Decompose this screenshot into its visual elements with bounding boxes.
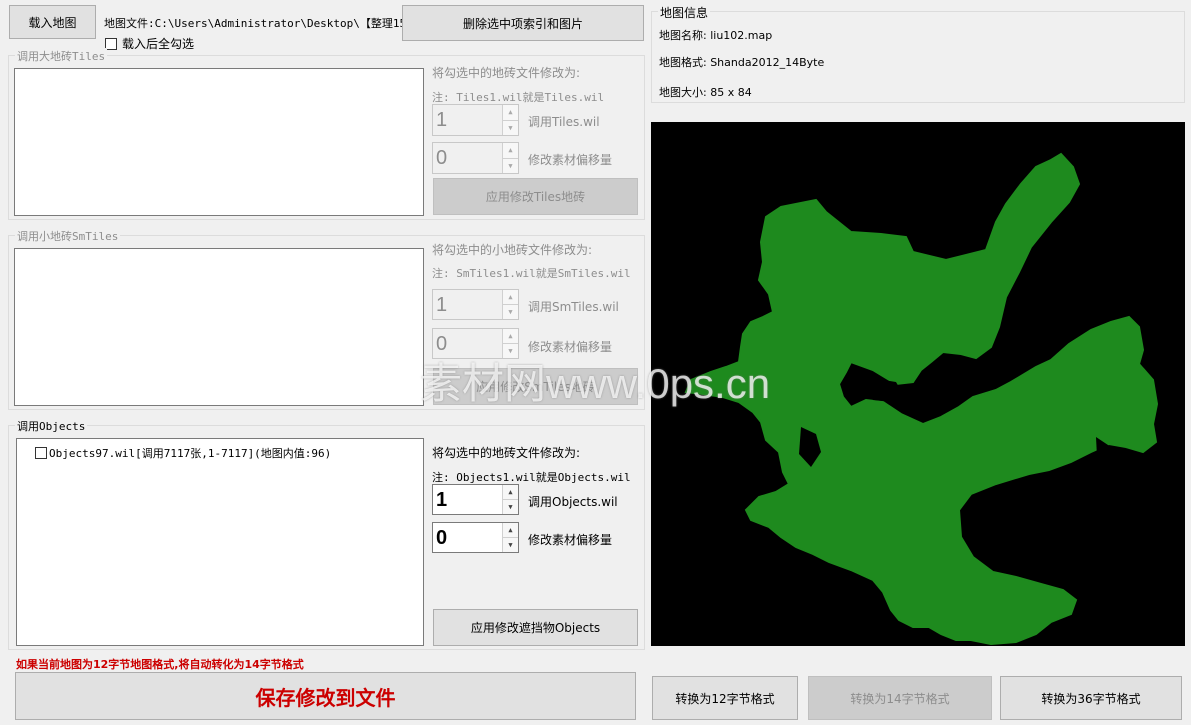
chevron-up-icon[interactable]: ▲ bbox=[503, 290, 518, 305]
save-button[interactable]: 保存修改到文件 bbox=[15, 672, 636, 720]
tiles-listbox[interactable] bbox=[14, 68, 424, 216]
map-file-label: 地图文件:C:\Users\Administrator\Desktop\【整理1… bbox=[104, 17, 418, 30]
smtiles-value-stepper[interactable]: 1 ▲ ▼ bbox=[432, 289, 519, 320]
objects-offset-label: 修改素材偏移量 bbox=[528, 533, 613, 547]
objects-offset-stepper[interactable]: 0 ▲ ▼ bbox=[432, 522, 519, 553]
smtiles-group-title: 调用小地砖SmTiles bbox=[15, 228, 121, 244]
convert-36-button[interactable]: 转换为36字节格式 bbox=[1000, 676, 1182, 720]
tiles-value-stepper[interactable]: 1 ▲ ▼ bbox=[432, 104, 519, 136]
objects-change-label: 将勾选中的地砖文件修改为: bbox=[432, 446, 581, 460]
load-map-button[interactable]: 载入地图 bbox=[9, 5, 96, 39]
smtiles-note: 注: SmTiles1.wil就是SmTiles.wil bbox=[432, 267, 631, 280]
map-info-title: 地图信息 bbox=[658, 4, 711, 21]
chevron-up-icon[interactable]: ▲ bbox=[503, 105, 518, 121]
map-name: 地图名称: liu102.map bbox=[659, 29, 773, 42]
check-all-label: 载入后全勾选 bbox=[122, 37, 195, 51]
smtiles-change-label: 将勾选中的小地砖文件修改为: bbox=[432, 243, 593, 257]
smtiles-value: 1 bbox=[436, 294, 448, 316]
list-item-checkbox[interactable] bbox=[35, 447, 47, 459]
smtiles-offset-label: 修改素材偏移量 bbox=[528, 340, 613, 354]
chevron-down-icon[interactable]: ▼ bbox=[503, 344, 518, 358]
chevron-down-icon[interactable]: ▼ bbox=[503, 500, 518, 514]
apply-objects-button[interactable]: 应用修改遮挡物Objects bbox=[433, 609, 638, 646]
list-item-label: Objects97.wil[调用7117张,1-7117](地图内值:96) bbox=[49, 447, 332, 460]
objects-listbox[interactable]: Objects97.wil[调用7117张,1-7117](地图内值:96) bbox=[16, 438, 424, 646]
tiles-group-title: 调用大地砖Tiles bbox=[15, 48, 108, 64]
apply-tiles-button[interactable]: 应用修改Tiles地砖 bbox=[433, 178, 638, 215]
convert-12-button[interactable]: 转换为12字节格式 bbox=[652, 676, 798, 720]
tiles-offset-label: 修改素材偏移量 bbox=[528, 153, 613, 167]
map-size: 地图大小: 85 x 84 bbox=[659, 86, 752, 99]
objects-group-title: 调用Objects bbox=[15, 418, 88, 434]
chevron-up-icon[interactable]: ▲ bbox=[503, 143, 518, 159]
map-preview bbox=[651, 122, 1185, 646]
tiles-offset: 0 bbox=[436, 147, 448, 169]
delete-selected-button[interactable]: 删除选中项索引和图片 bbox=[402, 5, 644, 41]
tiles-value-label: 调用Tiles.wil bbox=[528, 115, 600, 129]
chevron-down-icon[interactable]: ▼ bbox=[503, 120, 518, 135]
chevron-down-icon[interactable]: ▼ bbox=[503, 158, 518, 173]
objects-value: 1 bbox=[436, 489, 448, 511]
smtiles-offset: 0 bbox=[436, 333, 448, 355]
chevron-down-icon[interactable]: ▼ bbox=[503, 538, 518, 552]
objects-note: 注: Objects1.wil就是Objects.wil bbox=[432, 471, 631, 484]
chevron-down-icon[interactable]: ▼ bbox=[503, 305, 518, 319]
objects-value-label: 调用Objects.wil bbox=[528, 495, 618, 509]
convert-14-button[interactable]: 转换为14字节格式 bbox=[808, 676, 992, 720]
tiles-change-label: 将勾选中的地砖文件修改为: bbox=[432, 66, 581, 80]
objects-offset: 0 bbox=[436, 527, 448, 549]
smtiles-offset-stepper[interactable]: 0 ▲ ▼ bbox=[432, 328, 519, 359]
smtiles-listbox[interactable] bbox=[14, 248, 424, 406]
tiles-offset-stepper[interactable]: 0 ▲ ▼ bbox=[432, 142, 519, 174]
objects-value-stepper[interactable]: 1 ▲ ▼ bbox=[432, 484, 519, 515]
tiles-note: 注: Tiles1.wil就是Tiles.wil bbox=[432, 91, 605, 104]
chevron-up-icon[interactable]: ▲ bbox=[503, 329, 518, 344]
tiles-value: 1 bbox=[436, 109, 448, 131]
map-format: 地图格式: Shanda2012_14Byte bbox=[659, 56, 825, 69]
check-all-checkbox[interactable]: 载入后全勾选 bbox=[105, 35, 194, 52]
chevron-up-icon[interactable]: ▲ bbox=[503, 523, 518, 538]
smtiles-value-label: 调用SmTiles.wil bbox=[528, 300, 619, 314]
chevron-up-icon[interactable]: ▲ bbox=[503, 485, 518, 500]
list-item[interactable]: Objects97.wil[调用7117张,1-7117](地图内值:96) bbox=[35, 445, 331, 461]
apply-smtiles-button[interactable]: 应用修改SmTiles地砖 bbox=[433, 368, 638, 405]
format-warning: 如果当前地图为12字节地图格式,将自动转化为14字节格式 bbox=[16, 658, 304, 671]
map-land-shape bbox=[684, 152, 1159, 646]
